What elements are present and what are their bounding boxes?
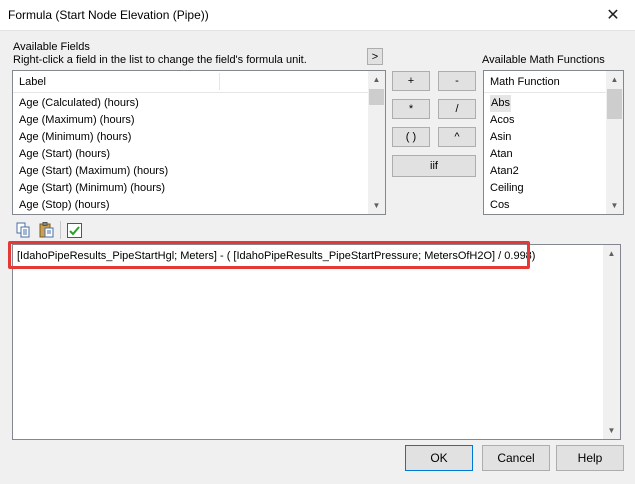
formula-highlight-box — [8, 241, 530, 269]
scroll-up-icon[interactable]: ▲ — [368, 71, 385, 88]
power-button[interactable]: ^ — [438, 127, 476, 147]
function-item[interactable]: Atan2 — [490, 163, 524, 180]
copy-icon[interactable] — [15, 221, 31, 239]
fields-column-header[interactable]: Label — [13, 71, 368, 93]
field-item[interactable]: Age (Start) (Maximum) (hours) — [19, 163, 168, 180]
scroll-down-icon[interactable]: ▼ — [606, 197, 623, 214]
ok-button[interactable]: OK — [405, 445, 473, 471]
cancel-button[interactable]: Cancel — [482, 445, 550, 471]
multiply-button[interactable]: * — [392, 99, 430, 119]
math-functions-list[interactable]: Math Function Abs Acos Asin Atan Atan2 C… — [483, 70, 624, 215]
close-icon[interactable]: ✕ — [591, 0, 635, 30]
function-item[interactable]: Ceiling — [490, 180, 524, 197]
function-item[interactable]: Cos — [490, 197, 524, 214]
scroll-up-icon[interactable]: ▲ — [606, 71, 623, 88]
functions-column-header[interactable]: Math Function — [484, 71, 606, 93]
scroll-up-icon[interactable]: ▲ — [603, 245, 620, 262]
function-item-selected[interactable]: Abs — [490, 95, 511, 112]
fields-column-label: Label — [19, 75, 46, 88]
fields-scrollbar[interactable]: ▲ ▼ — [368, 71, 385, 214]
toolbar-separator — [60, 221, 61, 239]
function-item[interactable]: Acos — [490, 112, 524, 129]
field-item[interactable]: Age (Maximum) (hours) — [19, 112, 168, 129]
scroll-down-icon[interactable]: ▼ — [368, 197, 385, 214]
available-fields-heading: Available Fields — [13, 41, 90, 53]
validate-check-icon[interactable] — [66, 221, 82, 239]
field-item[interactable]: Age (Calculated) (hours) — [19, 95, 168, 112]
minus-button[interactable]: - — [438, 71, 476, 91]
function-item[interactable]: Atan — [490, 146, 524, 163]
parentheses-button[interactable]: ( ) — [392, 127, 430, 147]
functions-column-label: Math Function — [490, 75, 560, 88]
editor-scrollbar[interactable]: ▲ ▼ — [603, 245, 620, 439]
scroll-thumb[interactable] — [369, 89, 384, 105]
help-button[interactable]: Help — [556, 445, 624, 471]
field-item[interactable]: Age (Start) (hours) — [19, 146, 168, 163]
expand-button[interactable]: > — [367, 48, 383, 65]
functions-scrollbar[interactable]: ▲ ▼ — [606, 71, 623, 214]
column-separator — [219, 73, 220, 90]
available-fields-hint: Right-click a field in the list to chang… — [13, 54, 307, 66]
scroll-thumb[interactable] — [607, 89, 622, 119]
field-item[interactable]: Age (Stop) (hours) — [19, 197, 168, 214]
divide-button[interactable]: / — [438, 99, 476, 119]
window-title: Formula (Start Node Elevation (Pipe)) — [8, 8, 209, 22]
iif-button[interactable]: iif — [392, 155, 476, 177]
formula-editor[interactable]: [IdahoPipeResults_PipeStartHgl; Meters] … — [12, 244, 621, 440]
available-fields-list[interactable]: Label Age (Calculated) (hours) Age (Maxi… — [12, 70, 386, 215]
paste-icon[interactable] — [38, 221, 54, 239]
field-item[interactable]: Age (Minimum) (hours) — [19, 129, 168, 146]
field-item[interactable]: Age (Start) (Minimum) (hours) — [19, 180, 168, 197]
available-functions-heading: Available Math Functions — [482, 54, 605, 66]
function-item[interactable]: Asin — [490, 129, 524, 146]
plus-button[interactable]: + — [392, 71, 430, 91]
title-bar: Formula (Start Node Elevation (Pipe)) ✕ — [0, 0, 635, 31]
scroll-down-icon[interactable]: ▼ — [603, 422, 620, 439]
